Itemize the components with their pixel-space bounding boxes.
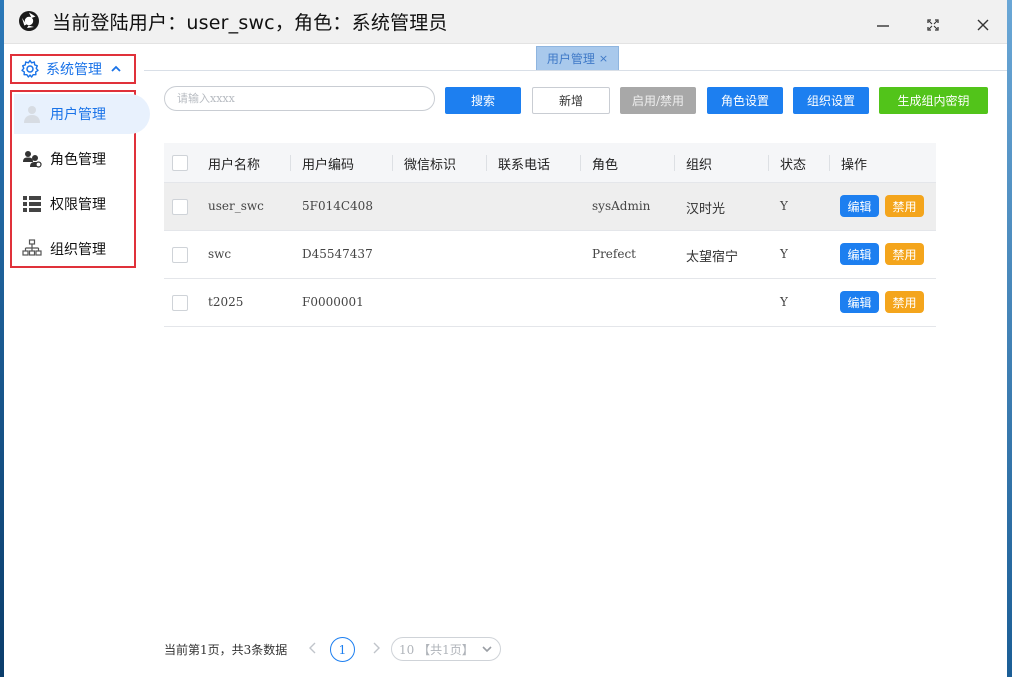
- org-tree-icon: [22, 239, 42, 256]
- tab-user-management[interactable]: 用户管理 ×: [536, 46, 619, 70]
- select-all-checkbox[interactable]: [172, 155, 188, 171]
- page-number-current[interactable]: 1: [330, 637, 355, 662]
- sidebar-group-label: 系统管理: [46, 62, 102, 78]
- column-divider: [768, 155, 769, 171]
- role-group-icon: [23, 151, 42, 168]
- sidebar-menu: 用户管理 角色管理 权限管理 组织管理: [10, 90, 150, 268]
- column-header[interactable]: 角色: [592, 154, 618, 173]
- column-divider: [392, 155, 393, 171]
- sidebar-item-permissions[interactable]: 权限管理: [14, 184, 150, 224]
- cell-status: Y: [780, 295, 788, 309]
- column-header[interactable]: 用户编码: [302, 154, 354, 173]
- pagination-info: 当前第1页，共3条数据: [164, 643, 288, 657]
- chevron-down-icon: [482, 646, 492, 653]
- column-divider: [829, 155, 830, 171]
- tab-label: 用户管理: [546, 52, 595, 66]
- cell-user-name: swc: [208, 247, 232, 261]
- sidebar-item-roles[interactable]: 角色管理: [14, 139, 150, 179]
- chevron-left-icon[interactable]: [307, 641, 319, 655]
- close-icon[interactable]: [972, 14, 994, 36]
- cell-organization: 汉时光: [686, 202, 726, 217]
- page-size-select[interactable]: 10 【共1页】: [391, 637, 501, 661]
- add-button[interactable]: 新增: [532, 87, 610, 114]
- search-button[interactable]: 搜索: [445, 87, 521, 114]
- user-table: 用户名称 用户编码 微信标识 联系电话 角色 组织 状态 操作 user_swc…: [164, 143, 936, 327]
- user-icon: [24, 106, 40, 123]
- sidebar-item-label: 用户管理: [50, 107, 106, 123]
- cell-role: Prefect: [592, 247, 636, 261]
- app-logo-icon: [19, 11, 39, 31]
- column-divider: [290, 155, 291, 171]
- sidebar-group-system[interactable]: 系统管理: [10, 54, 136, 84]
- role-settings-button[interactable]: 角色设置: [707, 87, 783, 114]
- column-header[interactable]: 操作: [841, 154, 867, 173]
- window-title: 当前登陆用户：user_swc，角色：系统管理员: [52, 12, 448, 34]
- column-divider: [674, 155, 675, 171]
- cell-status: Y: [780, 199, 788, 213]
- edit-button[interactable]: 编辑: [840, 291, 879, 313]
- disable-button[interactable]: 禁用: [885, 195, 924, 217]
- generate-group-key-button[interactable]: 生成组内密钥: [879, 87, 988, 114]
- tab-divider: [144, 70, 1007, 71]
- row-checkbox[interactable]: [172, 199, 188, 215]
- cell-user-code: 5F014C408: [302, 199, 373, 213]
- page-size-value: 10 【共1页】: [399, 642, 474, 657]
- column-divider: [486, 155, 487, 171]
- search-input[interactable]: [164, 86, 435, 111]
- sidebar-item-label: 角色管理: [50, 152, 106, 168]
- column-header[interactable]: 微信标识: [404, 154, 456, 173]
- column-divider: [580, 155, 581, 171]
- sidebar-item-organizations[interactable]: 组织管理: [14, 229, 150, 269]
- org-settings-button[interactable]: 组织设置: [793, 87, 869, 114]
- chevron-right-icon[interactable]: [370, 641, 382, 655]
- minimize-icon[interactable]: [872, 14, 894, 36]
- column-header[interactable]: 组织: [686, 154, 712, 173]
- chevron-up-icon[interactable]: [110, 63, 122, 75]
- sidebar-item-users[interactable]: 用户管理: [14, 94, 150, 134]
- gear-icon: [21, 59, 39, 78]
- sidebar-item-label: 权限管理: [50, 197, 106, 213]
- cell-user-name: user_swc: [208, 199, 264, 213]
- pagination: 当前第1页，共3条数据 1 10 【共1页】: [164, 635, 564, 663]
- column-header[interactable]: 状态: [780, 154, 806, 173]
- table-row[interactable]: user_swc 5F014C408 sysAdmin 汉时光 Y 编辑 禁用: [164, 183, 936, 231]
- maximize-icon[interactable]: [922, 14, 944, 36]
- row-checkbox[interactable]: [172, 247, 188, 263]
- disable-button[interactable]: 禁用: [885, 243, 924, 265]
- cell-user-code: F0000001: [302, 295, 364, 309]
- table-row[interactable]: t2025 F0000001 Y 编辑 禁用: [164, 279, 936, 327]
- cell-organization: 太望宿宁: [686, 250, 739, 265]
- cell-user-name: t2025: [208, 295, 244, 309]
- app-window: 当前登陆用户：user_swc，角色：系统管理员 系统管理 用户管理 角色管理 …: [4, 0, 1007, 677]
- table-row[interactable]: swc D45547437 Prefect 太望宿宁 Y 编辑 禁用: [164, 231, 936, 279]
- disable-button[interactable]: 禁用: [885, 291, 924, 313]
- column-header[interactable]: 联系电话: [498, 154, 550, 173]
- cell-status: Y: [780, 247, 788, 261]
- title-bar: 当前登陆用户：user_swc，角色：系统管理员: [4, 0, 1007, 44]
- cell-role: sysAdmin: [592, 199, 651, 213]
- desktop-edge-right: [1007, 0, 1012, 677]
- cell-user-code: D45547437: [302, 247, 373, 261]
- table-header: 用户名称 用户编码 微信标识 联系电话 角色 组织 状态 操作: [164, 143, 936, 183]
- edit-button[interactable]: 编辑: [840, 195, 879, 217]
- tab-close-icon[interactable]: ×: [599, 52, 608, 65]
- sidebar-item-label: 组织管理: [50, 242, 106, 258]
- edit-button[interactable]: 编辑: [840, 243, 879, 265]
- enable-disable-button[interactable]: 启用/禁用: [620, 87, 696, 114]
- list-icon: [23, 196, 41, 212]
- column-header[interactable]: 用户名称: [208, 154, 260, 173]
- row-checkbox[interactable]: [172, 295, 188, 311]
